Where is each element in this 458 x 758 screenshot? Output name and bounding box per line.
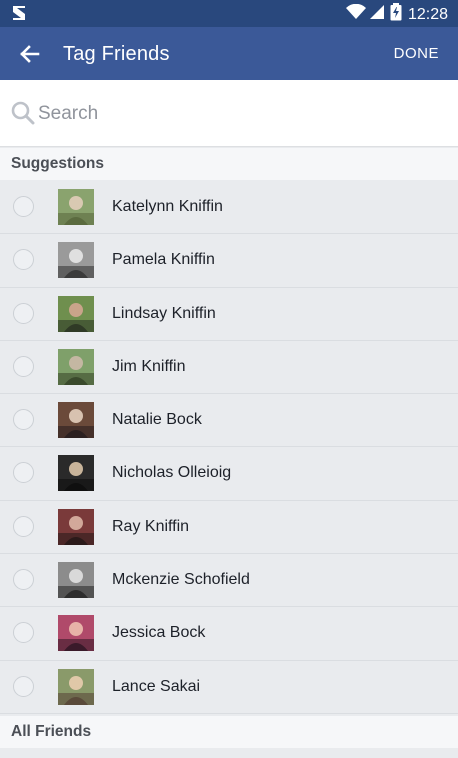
- section-header-all-friends: All Friends: [0, 716, 458, 748]
- select-radio[interactable]: [13, 515, 34, 537]
- select-radio[interactable]: [13, 622, 34, 644]
- friend-row[interactable]: Lindsay Kniffin: [0, 287, 458, 341]
- avatar: [58, 668, 94, 705]
- search-bar: [0, 80, 458, 147]
- friend-name: Pamela Kniffin: [112, 251, 215, 269]
- app-bar: Tag Friends DONE: [0, 27, 458, 80]
- friend-row[interactable]: Katelynn Kniffin: [0, 181, 458, 235]
- select-radio[interactable]: [13, 569, 34, 591]
- select-radio[interactable]: [13, 355, 34, 377]
- avatar: [58, 455, 94, 492]
- page-title: Tag Friends: [63, 43, 170, 65]
- friend-row[interactable]: Natalie Bock: [0, 394, 458, 448]
- friend-name: Ray Kniffin: [112, 517, 190, 535]
- select-radio[interactable]: [13, 196, 34, 217]
- select-radio[interactable]: [13, 409, 34, 431]
- friend-name: Katelynn Kniffin: [112, 198, 223, 215]
- messenger-notification-icon: [12, 5, 26, 26]
- wifi-icon: [345, 3, 366, 25]
- friend-list: Katelynn Kniffin Pamela Kniffin Lindsay Kn…: [0, 181, 458, 714]
- friend-name: Jessica Bock: [112, 624, 206, 642]
- avatar: [58, 242, 94, 279]
- avatar: [58, 508, 94, 545]
- friend-row[interactable]: Mckenzie Schofield: [0, 554, 458, 608]
- select-radio[interactable]: [13, 675, 34, 697]
- select-radio[interactable]: [13, 462, 34, 484]
- section-header-suggestions: Suggestions: [0, 148, 458, 180]
- friend-row[interactable]: Pamela Kniffin: [0, 234, 458, 288]
- friend-row[interactable]: Ray Kniffin: [0, 500, 458, 555]
- friend-name: Nicholas Olleioig: [112, 464, 232, 482]
- search-input[interactable]: [38, 100, 438, 128]
- select-radio[interactable]: [13, 249, 34, 271]
- avatar: [58, 615, 94, 652]
- friend-name: Jim Kniffin: [112, 357, 186, 375]
- back-arrow-icon[interactable]: [18, 42, 42, 66]
- friend-row[interactable]: Jim Kniffin: [0, 340, 458, 395]
- avatar: [58, 295, 94, 332]
- status-time: 12:28: [407, 5, 448, 23]
- avatar: [58, 402, 94, 439]
- select-radio[interactable]: [13, 302, 34, 324]
- friend-row[interactable]: Jessica Bock: [0, 607, 458, 661]
- avatar: [58, 189, 94, 225]
- friend-name: Lance Sakai: [112, 677, 201, 695]
- done-button[interactable]: DONE: [394, 44, 439, 64]
- status-bar: 12:28: [0, 0, 458, 27]
- signal-icon: [369, 4, 384, 25]
- avatar: [58, 348, 94, 385]
- battery-icon: [390, 3, 402, 26]
- friend-name: Lindsay Kniffin: [112, 304, 216, 322]
- friend-name: Mckenzie Schofield: [112, 571, 250, 589]
- friend-row[interactable]: Lance Sakai: [0, 660, 458, 714]
- search-icon: [11, 101, 35, 130]
- avatar: [58, 562, 94, 599]
- friend-name: Natalie Bock: [112, 411, 202, 429]
- friend-row[interactable]: Nicholas Olleioig: [0, 447, 458, 501]
